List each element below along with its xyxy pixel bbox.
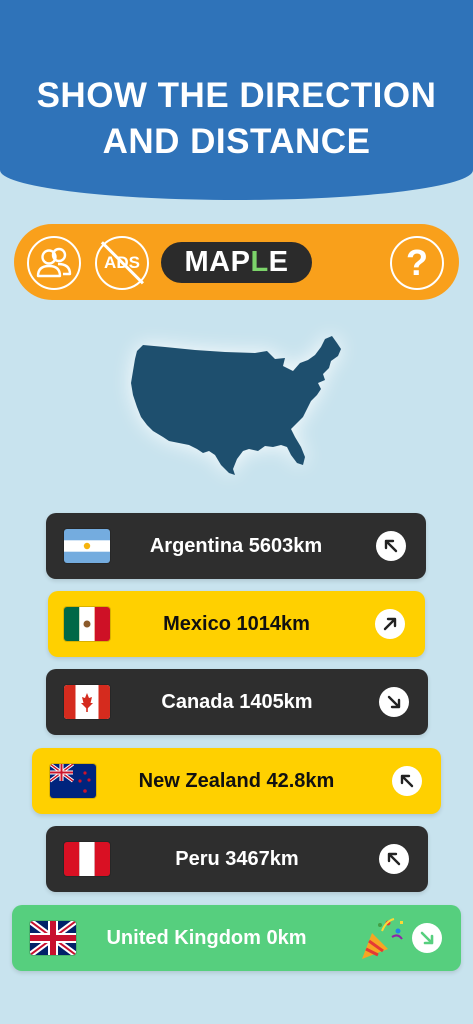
north-west-arrow-icon <box>376 531 406 561</box>
guess-row-2: Mexico 1014km <box>48 591 425 657</box>
guess-label: Canada 1405km <box>161 690 313 713</box>
header-title-line-1: SHOW THE DIRECTION <box>36 76 437 115</box>
question-mark-icon: ? <box>406 242 428 283</box>
usa-map-silhouette-icon <box>131 336 341 475</box>
guess-label: Argentina 5603km <box>149 534 323 557</box>
north-west-arrow-icon <box>379 844 409 874</box>
header-banner: SHOW THE DIRECTION AND DISTANCE <box>0 0 473 200</box>
south-east-arrow-icon <box>379 687 409 717</box>
logo-suffix: E <box>268 246 289 278</box>
logo-accent: L <box>250 246 269 278</box>
country-map <box>125 333 347 483</box>
guess-label: United Kingdom 0km <box>106 926 307 949</box>
guess-row-3: Canada 1405km <box>46 669 428 735</box>
toolbar: ADS MAPLE ? <box>14 224 459 300</box>
app-logo: MAP L E <box>161 242 312 283</box>
guess-row-5: Peru 3467km <box>46 826 428 892</box>
friends-button[interactable] <box>27 236 81 290</box>
guess-row-6-correct: United Kingdom 0km <box>12 905 461 971</box>
guess-row-4: New Zealand 42.8km <box>32 748 441 814</box>
help-button[interactable]: ? <box>390 236 444 290</box>
north-east-arrow-icon <box>375 609 405 639</box>
party-popper-icon <box>358 915 406 963</box>
header-title-line-2: AND DISTANCE <box>102 122 371 161</box>
friends-icon <box>36 247 72 278</box>
remove-ads-button[interactable]: ADS <box>95 236 149 290</box>
north-west-arrow-icon <box>392 766 422 796</box>
south-east-arrow-icon <box>412 923 442 953</box>
logo-prefix: MAP <box>184 246 251 278</box>
guess-label: Mexico 1014km <box>163 612 310 635</box>
guess-label: Peru 3467km <box>175 847 299 870</box>
guess-label: New Zealand 42.8km <box>138 769 335 792</box>
guess-row-1: Argentina 5603km <box>46 513 426 579</box>
